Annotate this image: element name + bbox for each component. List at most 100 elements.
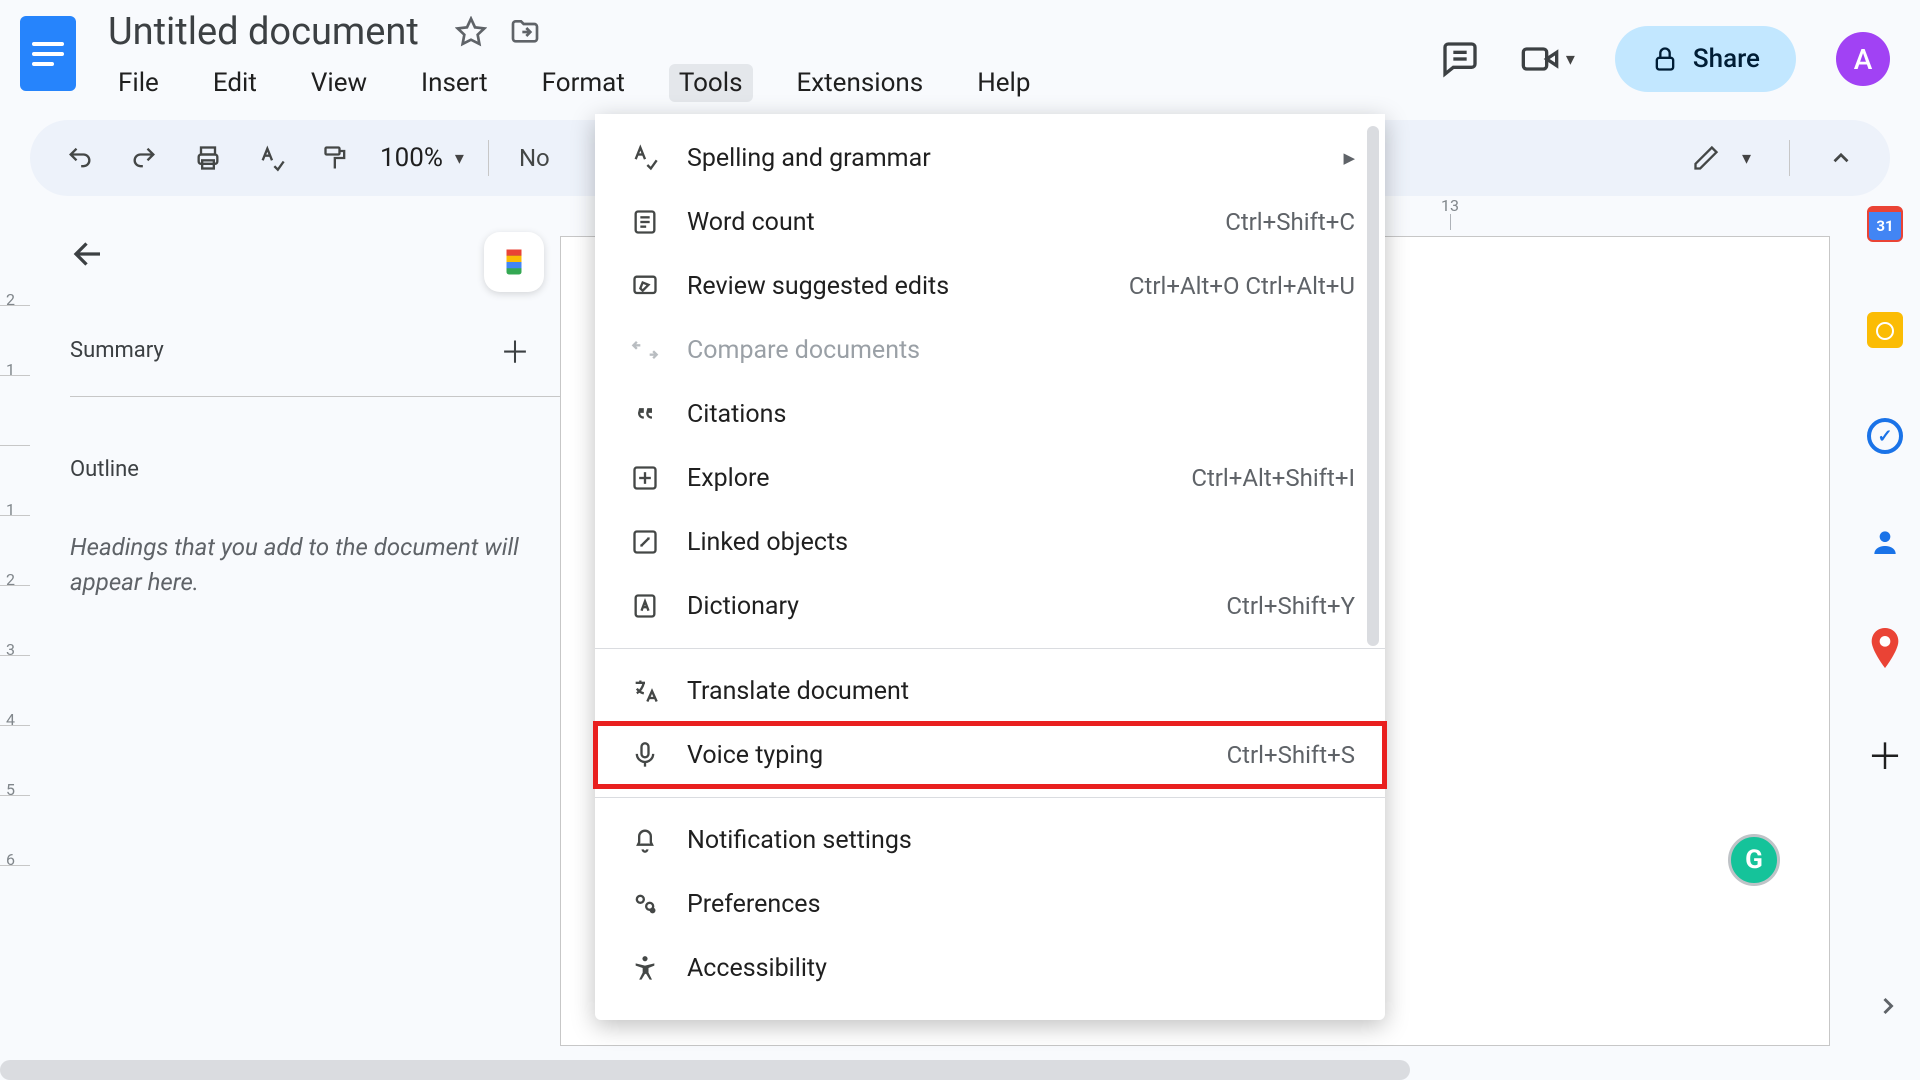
side-panel: 31 ✓ ＋ [1850,196,1920,1046]
compare-icon [621,336,669,364]
menu-item-shortcut: Ctrl+Shift+C [1225,208,1355,236]
submenu-arrow-icon: ▶ [1343,149,1355,167]
prefs-icon [621,890,669,918]
menu-item-linked-objects[interactable]: Linked objects [595,510,1385,574]
menu-view[interactable]: View [301,64,377,102]
comments-icon[interactable] [1440,39,1480,79]
caret-down-icon: ▾ [455,148,464,169]
vertical-ruler: 2 1 1 2 3 4 5 6 [0,196,30,1046]
avatar-initial: A [1854,43,1873,76]
menu-item-label: Notification settings [687,826,1355,855]
rate-review-icon [621,272,669,300]
menu-item-label: Voice typing [687,741,1227,770]
menu-edit[interactable]: Edit [203,64,267,102]
calendar-icon[interactable]: 31 [1867,206,1903,242]
menu-item-word-count[interactable]: Word countCtrl+Shift+C [595,190,1385,254]
menu-divider [595,648,1385,649]
menu-file[interactable]: File [108,64,169,102]
title-area: Untitled document File Edit View Insert … [102,10,1040,102]
menu-item-shortcut: Ctrl+Shift+Y [1226,592,1355,620]
menu-item-compare-documents: Compare documents [595,318,1385,382]
menu-item-dictionary[interactable]: DictionaryCtrl+Shift+Y [595,574,1385,638]
outline-back-icon[interactable] [70,236,530,272]
add-addon-icon[interactable]: ＋ [1867,736,1903,772]
add-emoji-reaction-button[interactable] [484,232,544,292]
show-side-panel-icon[interactable] [1874,992,1902,1020]
lock-icon [1651,45,1679,73]
menu-divider [595,797,1385,798]
menu-item-citations[interactable]: Citations [595,382,1385,446]
menu-item-review-suggested-edits[interactable]: Review suggested editsCtrl+Alt+O Ctrl+Al… [595,254,1385,318]
toolbar-separator [1789,140,1790,176]
menu-help[interactable]: Help [967,64,1040,102]
spellcheck-toolbar-icon[interactable] [252,138,292,178]
account-avatar[interactable]: A [1836,32,1890,86]
star-icon[interactable] [455,16,487,48]
divider [70,396,560,397]
maps-icon[interactable] [1867,630,1903,666]
paragraph-style-select[interactable]: No [513,138,556,178]
tools-menu-dropdown: Spelling and grammar▶Word countCtrl+Shif… [595,114,1385,1020]
menu-item-explore[interactable]: ExploreCtrl+Alt+Shift+I [595,446,1385,510]
article-icon [621,208,669,236]
menu-bar: File Edit View Insert Format Tools Exten… [102,64,1040,102]
keep-icon[interactable] [1867,312,1903,348]
paint-format-icon[interactable] [316,138,356,178]
summary-label: Summary [70,338,164,363]
menu-item-translate-document[interactable]: Translate document [595,659,1385,723]
share-label: Share [1693,44,1760,74]
menu-item-label: Spelling and grammar [687,144,1323,173]
menu-item-voice-typing[interactable]: Voice typingCtrl+Shift+S [595,723,1385,787]
horizontal-scrollbar[interactable] [0,1060,1410,1080]
explore-icon [621,464,669,492]
contacts-icon[interactable] [1867,524,1903,560]
menu-format[interactable]: Format [532,64,635,102]
tasks-icon[interactable]: ✓ [1867,418,1903,454]
menu-item-spelling-and-grammar[interactable]: Spelling and grammar ▶ [595,126,1385,190]
zoom-value: 100% [380,143,443,173]
document-title[interactable]: Untitled document [102,10,425,54]
menu-item-label: Accessibility [687,954,1355,983]
spellcheck-icon [621,144,669,172]
menu-item-shortcut: Ctrl+Alt+Shift+I [1191,464,1355,492]
outline-panel: Summary ＋ Outline Headings that you add … [30,196,560,1046]
linked-icon [621,528,669,556]
grammarly-icon[interactable]: G [1728,834,1780,886]
menu-item-preferences[interactable]: Preferences [595,872,1385,936]
menu-item-notification-settings[interactable]: Notification settings [595,808,1385,872]
quote-icon [621,400,669,428]
collapse-toolbar-icon[interactable] [1822,139,1860,177]
zoom-select[interactable]: 100% ▾ [380,143,464,173]
menu-extensions[interactable]: Extensions [787,64,934,102]
print-icon[interactable] [188,138,228,178]
menu-item-label: Review suggested edits [687,272,1129,301]
docs-logo-icon[interactable] [20,16,76,91]
dictionary-icon [621,592,669,620]
menu-item-label: Compare documents [687,336,1355,365]
meet-icon[interactable]: ▾ [1520,39,1575,79]
app-header: Untitled document File Edit View Insert … [0,0,1920,102]
menu-item-accessibility[interactable]: Accessibility [595,936,1385,1000]
menu-item-label: Dictionary [687,592,1226,621]
editing-mode-button[interactable]: ▾ [1686,138,1757,178]
a11y-icon [621,954,669,982]
menu-item-label: Citations [687,400,1355,429]
share-button[interactable]: Share [1615,26,1796,92]
menu-insert[interactable]: Insert [411,64,498,102]
redo-icon[interactable] [124,138,164,178]
toolbar-separator [488,140,489,176]
menu-item-label: Word count [687,208,1225,237]
undo-icon[interactable] [60,138,100,178]
move-folder-icon[interactable] [509,16,541,48]
menu-item-shortcut: Ctrl+Alt+O Ctrl+Alt+U [1129,272,1355,300]
translate-icon [621,677,669,705]
outline-empty-text: Headings that you add to the document wi… [70,530,530,600]
menu-tools[interactable]: Tools [669,64,753,102]
menu-item-shortcut: Ctrl+Shift+S [1227,741,1355,769]
mic-icon [621,741,669,769]
add-summary-button[interactable]: ＋ [500,328,530,372]
menu-item-label: Linked objects [687,528,1355,557]
caret-down-icon: ▾ [1742,148,1751,169]
caret-down-icon: ▾ [1566,49,1575,70]
bell-icon [621,826,669,854]
